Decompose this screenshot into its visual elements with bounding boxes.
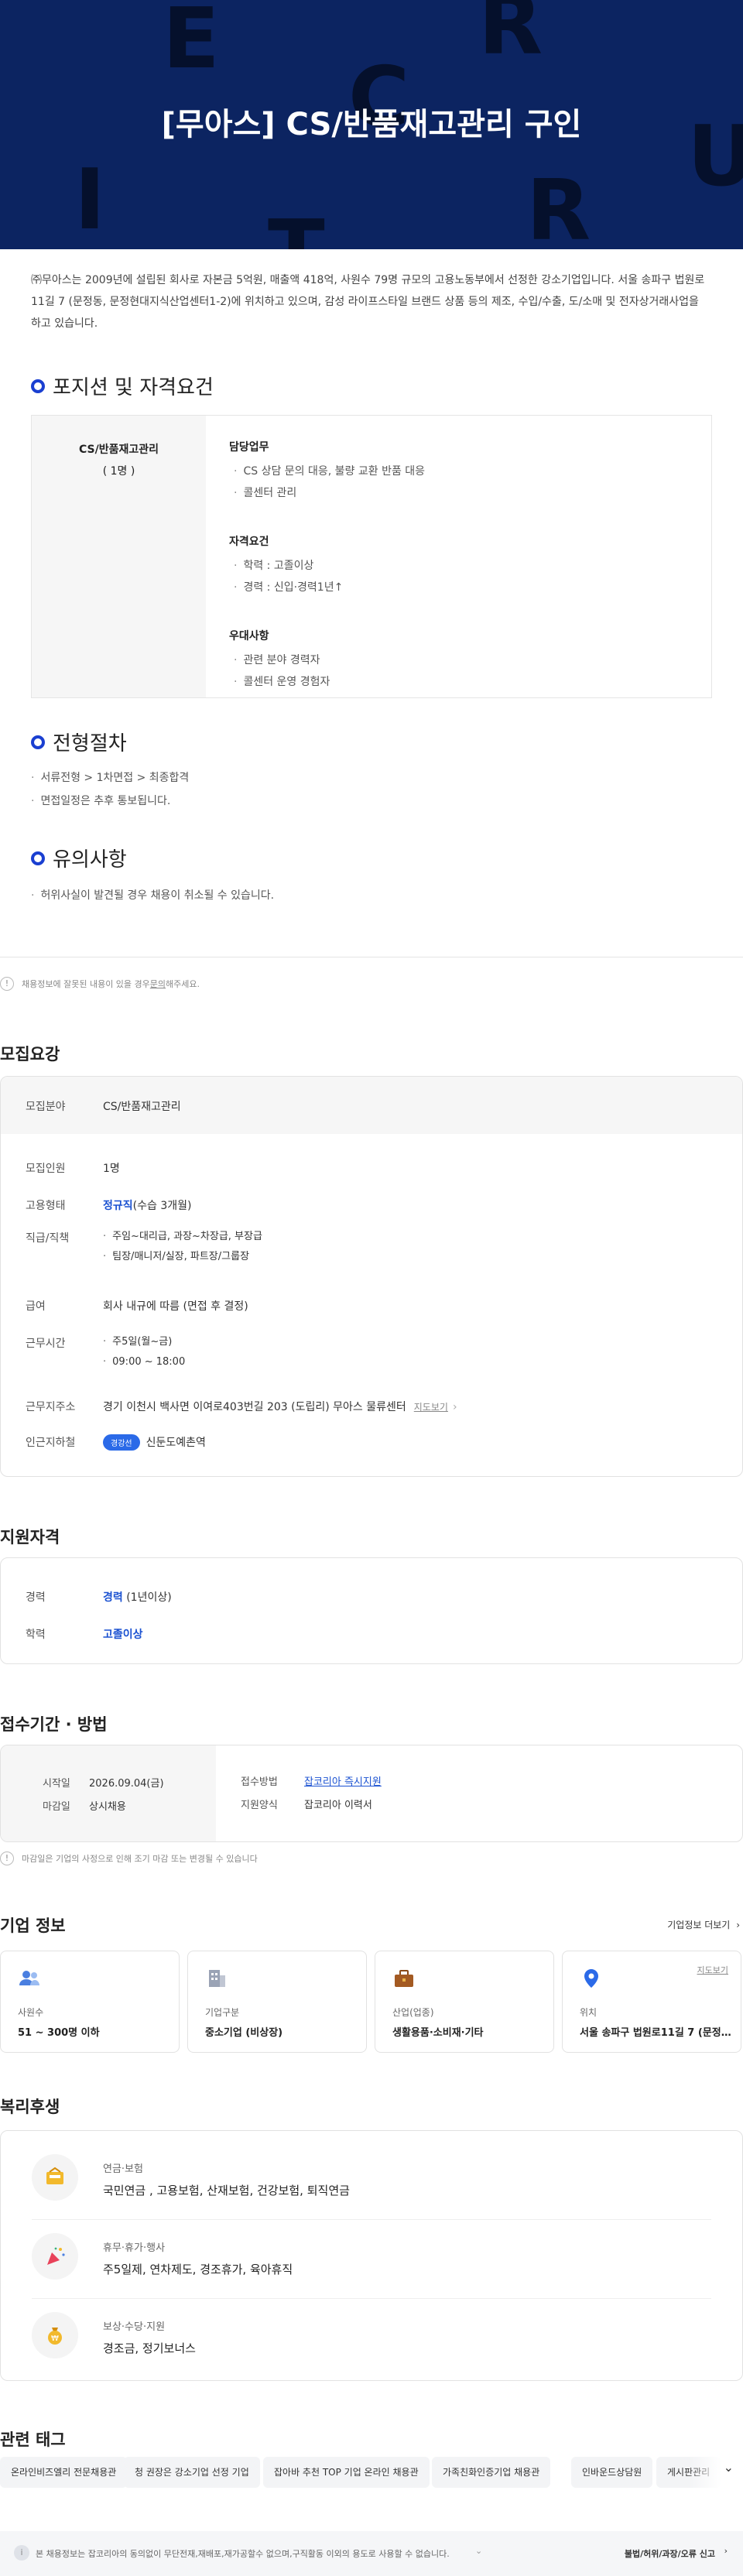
tag-fade	[689, 2449, 743, 2488]
hero-letter: R	[478, 0, 543, 74]
corp-card-employees: 사원수 51 ~ 300명 이하	[0, 1951, 180, 2053]
list-item: 주임~대리급, 과장~차장급, 부장급	[103, 1227, 262, 1247]
chevron-right-icon: ›	[452, 1401, 457, 1413]
info-icon: !	[0, 977, 14, 991]
list-item: 콜센터 관리	[229, 482, 711, 504]
party-icon	[32, 2233, 78, 2280]
map-link[interactable]: 지도보기	[414, 1402, 448, 1413]
tag-item[interactable]: 온라인비즈엘리 전문채용관	[0, 2457, 128, 2488]
notes-list: 허위사실이 발견될 경우 채용이 취소될 수 있습니다.	[31, 884, 274, 907]
list-item: CS 상담 문의 대응, 불량 교환 반품 대응	[229, 461, 711, 482]
recruit-title: 모집요강	[0, 1045, 60, 1064]
list-item: 관련 분야 경력자	[229, 649, 711, 671]
position-detail-cell: 담당업무 CS 상담 문의 대응, 불량 교환 반품 대응 콜센터 관리 자격요…	[206, 416, 711, 697]
list-item: 경력 : 신입·경력1년↑	[229, 577, 711, 598]
notes-heading: 유의사항	[31, 844, 127, 872]
report-link[interactable]: 문의	[150, 978, 166, 990]
position-role-cell: CS/반품재고관리 ( 1명 )	[32, 416, 206, 697]
corp-card-industry: 산업(업종) 생활용품·소비재·기타	[375, 1951, 554, 2053]
list-item: 주5일(월~금)	[103, 1332, 185, 1352]
footer-notice: 본 채용정보는 잡코리아의 동의없이 무단전재,재배포,재가공할수 없으며,구직…	[36, 2549, 450, 2559]
recruit-card: 모집분야 CS/반품재고관리 모집인원 1명 고용형태 정규직(수습 3개월) …	[0, 1076, 743, 1477]
tag-item[interactable]: 가족친화인증기업 채용관	[432, 2457, 551, 2488]
tag-item[interactable]: 잡아바 추천 TOP 기업 온라인 채용관	[263, 2457, 430, 2488]
chevron-down-icon[interactable]: ⌄	[724, 2460, 734, 2475]
process-heading: 전형절차	[31, 728, 127, 756]
hero-banner: E R C U I R T [무아스] CS/반품재고관리 구인	[0, 0, 743, 249]
welfare-title: 복리후생	[0, 2098, 60, 2116]
job-posting-page: E R C U I R T [무아스] CS/반품재고관리 구인 ㈜무아스는 2…	[0, 0, 743, 2576]
divider	[32, 2219, 711, 2220]
building-icon	[209, 1970, 225, 1987]
apply-note: ! 마감일은 기업의 사정으로 인해 조기 마감 또는 변경될 수 있습니다	[0, 1852, 258, 1865]
info-icon: !	[0, 1852, 14, 1865]
list-item: 허위사실이 발견될 경우 채용이 취소될 수 있습니다.	[31, 884, 274, 907]
company-intro: ㈜무아스는 2009년에 설립된 회사로 자본금 5억원, 매출액 418억, …	[31, 274, 705, 330]
chevron-right-icon: ›	[724, 2546, 728, 2556]
list-item: 면접일정은 추후 통보됩니다.	[31, 790, 189, 813]
apply-title: 접수기간 · 방법	[0, 1715, 108, 1734]
hero-letter: I	[74, 152, 106, 248]
section-bullet-icon	[31, 379, 45, 393]
qualify-title: 지원자격	[0, 1528, 60, 1547]
apply-date-panel	[1, 1745, 216, 1841]
tags-title: 관련 태그	[0, 2430, 66, 2449]
process-list: 서류전형 > 1차면접 > 최종합격 면접일정은 추후 통보됩니다.	[31, 766, 189, 813]
apply-card: 시작일 2026.09.04(금) 마감일 상시채용 접수방법 잡코리아 즉시지…	[0, 1745, 743, 1842]
svg-text:₩: ₩	[51, 2334, 59, 2343]
tag-item[interactable]: 청 권장은 강소기업 선정 기업	[124, 2457, 260, 2488]
corp-card-type: 기업구분 중소기업 (비상장)	[187, 1951, 367, 2053]
insurance-icon	[32, 2154, 78, 2201]
info-icon: i	[14, 2545, 29, 2561]
section-bullet-icon	[31, 851, 45, 865]
duty-group: 담당업무 CS 상담 문의 대응, 불량 교환 반품 대응 콜센터 관리	[229, 439, 711, 504]
corp-card-location: 지도보기 위치 서울 송파구 법원로11길 7 (문정동, 문정현대지식산업센터…	[562, 1951, 741, 2053]
company-more-link[interactable]: 기업정보 더보기 ›	[667, 1918, 740, 1931]
position-heading: 포지션 및 자격요건	[31, 372, 214, 400]
briefcase-icon	[395, 1970, 413, 1987]
company-title: 기업 정보	[0, 1917, 66, 1935]
location-map-link[interactable]: 지도보기	[697, 1964, 728, 1976]
section-bullet-icon	[31, 735, 45, 749]
report-notice: ! 채용정보에 잘못된 내용이 있을 경우 문의 해주세요.	[0, 977, 200, 991]
position-role: CS/반품재고관리	[78, 444, 159, 456]
report-button[interactable]: 불법/허위/과장/오류 신고	[625, 2547, 715, 2560]
position-headcount: ( 1명 )	[102, 465, 135, 478]
preference-group: 우대사항 관련 분야 경력자 콜센터 운영 경험자	[229, 628, 711, 693]
list-item: 콜센터 운영 경험자	[229, 671, 711, 693]
requirement-group: 자격요건 학력 : 고졸이상 경력 : 신입·경력1년↑	[229, 533, 711, 598]
chevron-down-icon[interactable]: ⌄	[475, 2546, 482, 2556]
page-title: [무아스] CS/반품재고관리 구인	[161, 107, 582, 142]
money-bag-icon: ₩	[32, 2312, 78, 2358]
footer-bar: i 본 채용정보는 잡코리아의 동의없이 무단전재,재배포,재가공할수 없으며,…	[0, 2531, 743, 2576]
tag-list: 온라인비즈엘리 전문채용관 청 권장은 강소기업 선정 기업 잡아바 추천 TO…	[0, 2449, 743, 2488]
location-pin-icon	[584, 1969, 598, 1988]
subway-line-badge: 경강선	[103, 1434, 140, 1451]
chevron-right-icon: ›	[736, 1920, 740, 1930]
list-item: 09:00 ~ 18:00	[103, 1352, 185, 1372]
qualify-card: 경력 경력 (1년이상) 학력 고졸이상	[0, 1557, 743, 1664]
hero-letter: E	[163, 0, 220, 87]
list-item: 학력 : 고졸이상	[229, 555, 711, 577]
people-icon	[19, 1971, 39, 1985]
hero-letter: T	[268, 203, 325, 249]
apply-now-link[interactable]: 잡코리아 즉시지원	[304, 1773, 382, 1788]
position-table: CS/반품재고관리 ( 1명 ) 담당업무 CS 상담 문의 대응, 불량 교환…	[31, 415, 712, 698]
welfare-card: 연금·보험 국민연금 , 고용보험, 산재보험, 건강보험, 퇴직연금 휴무·휴…	[0, 2130, 743, 2381]
divider	[32, 2298, 711, 2299]
hero-letter: R	[526, 163, 591, 249]
list-item: 서류전형 > 1차면접 > 최종합격	[31, 766, 189, 790]
tag-item[interactable]: 인바운드상담원	[571, 2457, 653, 2488]
list-item: 팀장/매니저/실장, 파트장/그룹장	[103, 1247, 262, 1267]
